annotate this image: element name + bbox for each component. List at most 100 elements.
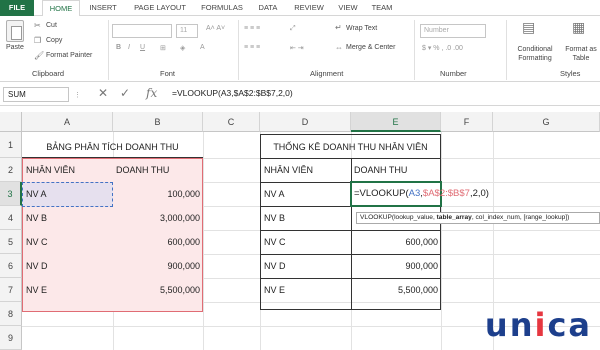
insert-function-icon[interactable]: fx: [146, 86, 157, 100]
row-header-1[interactable]: 1: [0, 132, 22, 158]
left-table-title: BẢNG PHÂN TÍCH DOANH THU: [22, 134, 203, 158]
wrap-text-button[interactable]: Wrap Text: [346, 25, 377, 32]
format-as-table-button[interactable]: Format as Table: [562, 45, 600, 63]
cell-edit-formula[interactable]: =VLOOKUP(A3,$A$2:$B$7,2,0): [354, 182, 489, 206]
column-header-g[interactable]: G: [493, 112, 600, 132]
tab-view[interactable]: VIEW: [334, 0, 362, 16]
row-header-3[interactable]: 3: [0, 182, 22, 206]
paste-icon[interactable]: [6, 20, 24, 42]
conditional-formatting-icon: ▤: [522, 19, 536, 35]
tab-insert[interactable]: INSERT: [86, 0, 120, 16]
indent-icon[interactable]: ⇤ ⇥: [290, 44, 304, 52]
row-header-9[interactable]: 9: [0, 326, 22, 350]
column-header-a[interactable]: A: [22, 112, 113, 132]
formula-suffix: ,2,0): [469, 188, 489, 199]
row-header-5[interactable]: 5: [0, 230, 22, 254]
align-top-icon[interactable]: ≡ ≡ ≡: [244, 25, 260, 32]
underline-icon[interactable]: U: [140, 44, 145, 51]
left-cell-name[interactable]: NV A: [26, 182, 47, 206]
grow-font-icon[interactable]: A˄ A˅: [206, 25, 225, 32]
format-painter-button[interactable]: Format Painter: [46, 52, 92, 59]
right-cell-revenue[interactable]: 900,000: [351, 254, 441, 278]
tab-home[interactable]: HOME: [42, 0, 80, 17]
row-header-4[interactable]: 4: [0, 206, 22, 230]
clipboard-group-label: Clipboard: [32, 69, 65, 78]
right-cell-revenue[interactable]: 5,500,000: [351, 278, 441, 302]
font-color-icon[interactable]: A: [200, 44, 205, 51]
number-group-label: Number: [440, 69, 467, 78]
select-all-corner[interactable]: [0, 112, 22, 132]
cut-button[interactable]: Cut: [46, 22, 57, 29]
align-left-icon[interactable]: ≡ ≡ ≡: [244, 44, 260, 51]
left-header-nhan-vien: NHÂN VIÊN: [26, 165, 76, 175]
left-cell-revenue[interactable]: 3,000,000: [113, 206, 203, 230]
row-header-7[interactable]: 7: [0, 278, 22, 302]
tooltip-arg-lookup[interactable]: lookup_value,: [394, 214, 437, 221]
formula-bar: SUM ⋮ ✕ ✓ fx =VLOOKUP(A3,$A$2:$B$7,2,0): [0, 82, 600, 106]
number-format-dropdown[interactable]: Number: [420, 24, 486, 38]
font-size-dropdown[interactable]: 11: [176, 24, 198, 38]
copy-button[interactable]: Copy: [46, 37, 62, 44]
tooltip-arg-table-array[interactable]: table_array: [437, 214, 472, 221]
borders-icon[interactable]: ⊞: [160, 44, 166, 52]
tab-file[interactable]: FILE: [0, 0, 34, 16]
right-cell-name[interactable]: NV E: [264, 278, 285, 302]
right-header-nhan-vien: NHÂN VIÊN: [264, 165, 314, 175]
left-cell-revenue[interactable]: 600,000: [113, 230, 203, 254]
column-header-f[interactable]: F: [441, 112, 493, 132]
font-name-dropdown[interactable]: [112, 24, 172, 38]
right-cell-name[interactable]: NV B: [264, 206, 285, 230]
tab-formulas[interactable]: FORMULAS: [198, 0, 246, 16]
more-options-icon: ⋮: [74, 92, 81, 99]
currency-icon[interactable]: $ ▾ % , .0 .00: [422, 44, 463, 52]
right-cell-name[interactable]: NV C: [264, 230, 286, 254]
tooltip-rest: , col_index_num, [range_lookup]): [471, 214, 570, 221]
conditional-formatting-button[interactable]: Conditional Formatting: [512, 45, 558, 63]
ribbon-tab-bar: FILE HOME INSERT PAGE LAYOUT FORMULAS DA…: [0, 0, 600, 17]
formula-ref-a3: A3: [408, 188, 421, 199]
left-cell-revenue[interactable]: 5,500,000: [113, 278, 203, 302]
format-as-table-icon: ▦: [572, 19, 586, 35]
row-header-6[interactable]: 6: [0, 254, 22, 278]
row-header-2[interactable]: 2: [0, 158, 22, 182]
cancel-icon[interactable]: ✕: [98, 86, 108, 100]
right-cell-revenue[interactable]: 600,000: [351, 230, 441, 254]
cut-icon: ✂: [34, 21, 41, 30]
enter-icon[interactable]: ✓: [120, 86, 130, 100]
italic-icon[interactable]: I: [128, 44, 130, 51]
merge-center-button[interactable]: Merge & Center: [346, 44, 395, 51]
formula-input[interactable]: =VLOOKUP(A3,$A$2:$B$7,2,0): [172, 87, 293, 100]
tab-page-layout[interactable]: PAGE LAYOUT: [128, 0, 192, 16]
bold-icon[interactable]: B: [116, 44, 121, 51]
left-header-doanh-thu: DOANH THU: [116, 165, 170, 175]
right-cell-name[interactable]: NV D: [264, 254, 286, 278]
function-argument-tooltip: VLOOKUP(lookup_value, table_array, col_i…: [356, 212, 600, 224]
tab-review[interactable]: REVIEW: [290, 0, 328, 16]
ribbon-separator: [506, 20, 507, 80]
left-cell-revenue[interactable]: 900,000: [113, 254, 203, 278]
left-cell-name[interactable]: NV D: [26, 254, 48, 278]
right-table-title: THỐNG KÊ DOANH THU NHÂN VIÊN: [273, 142, 428, 152]
ribbon: Paste ✂ Cut ❐ Copy 🖌 Format Painter Clip…: [0, 16, 600, 82]
column-header-b[interactable]: B: [113, 112, 203, 132]
left-cell-name[interactable]: NV B: [26, 206, 47, 230]
gridline: [441, 132, 442, 350]
left-cell-name[interactable]: NV E: [26, 278, 47, 302]
orientation-icon[interactable]: ⤢: [290, 25, 296, 33]
name-box[interactable]: SUM: [3, 87, 69, 102]
unica-logo: unica: [484, 306, 592, 344]
column-header-d[interactable]: D: [260, 112, 351, 132]
tab-data[interactable]: DATA: [254, 0, 282, 16]
right-cell-name[interactable]: NV A: [264, 182, 285, 206]
column-header-c[interactable]: C: [203, 112, 260, 132]
tab-team[interactable]: TEAM: [368, 0, 396, 16]
column-header-e[interactable]: E: [351, 112, 441, 132]
paste-button[interactable]: Paste: [6, 44, 24, 51]
row-header-8[interactable]: 8: [0, 302, 22, 326]
gridline: [203, 132, 204, 350]
fill-color-icon[interactable]: ◈: [180, 44, 185, 52]
copy-icon: ❐: [34, 36, 42, 45]
left-cell-revenue[interactable]: 100,000: [113, 182, 203, 206]
left-cell-name[interactable]: NV C: [26, 230, 48, 254]
tooltip-fn: VLOOKUP(: [360, 214, 395, 221]
